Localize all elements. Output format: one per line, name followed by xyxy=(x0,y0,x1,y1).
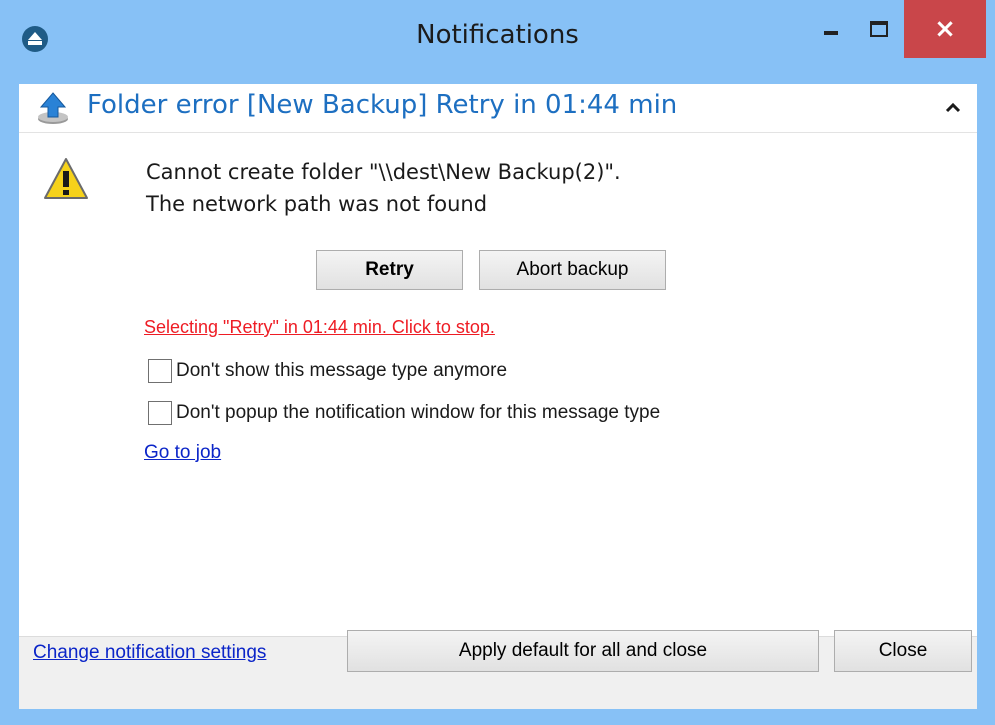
upload-arrow-icon xyxy=(38,92,68,124)
notification-title: Folder error [New Backup] Retry in 01:44… xyxy=(87,90,678,120)
dont-popup-checkbox[interactable] xyxy=(148,401,172,425)
dont-popup-label[interactable]: Don't popup the notification window for … xyxy=(176,402,660,424)
notifications-window: Notifications × Folder error [New Backup… xyxy=(0,0,995,725)
close-button[interactable]: Close xyxy=(834,630,972,672)
collapse-button[interactable] xyxy=(939,94,967,122)
dont-show-checkbox[interactable] xyxy=(148,359,172,383)
maximize-icon xyxy=(870,21,888,37)
error-message-line-1: Cannot create folder "\\dest\New Backup(… xyxy=(146,160,621,184)
maximize-button[interactable] xyxy=(856,0,902,58)
chevron-up-icon xyxy=(945,102,961,113)
error-message-line-2: The network path was not found xyxy=(146,192,488,216)
error-message: Cannot create folder "\\dest\New Backup(… xyxy=(146,156,621,220)
warning-triangle-icon xyxy=(44,158,88,199)
title-bar[interactable]: Notifications × xyxy=(0,0,995,84)
dont-show-checkbox-row[interactable]: Don't show this message type anymore xyxy=(148,359,507,383)
go-to-job-link[interactable]: Go to job xyxy=(144,442,221,464)
header-divider xyxy=(19,132,977,133)
minimize-icon xyxy=(824,31,838,35)
abort-backup-button[interactable]: Abort backup xyxy=(479,250,666,290)
retry-button[interactable]: Retry xyxy=(316,250,463,290)
auto-retry-countdown-link[interactable]: Selecting "Retry" in 01:44 min. Click to… xyxy=(144,317,495,338)
dont-popup-checkbox-row[interactable]: Don't popup the notification window for … xyxy=(148,401,660,425)
dont-show-label[interactable]: Don't show this message type anymore xyxy=(176,360,507,382)
notification-header[interactable]: Folder error [New Backup] Retry in 01:44… xyxy=(19,84,977,132)
change-notification-settings-link[interactable]: Change notification settings xyxy=(33,642,266,664)
minimize-button[interactable] xyxy=(808,0,854,58)
close-window-button[interactable]: × xyxy=(904,0,986,58)
apply-default-button[interactable]: Apply default for all and close xyxy=(347,630,819,672)
notification-panel: Folder error [New Backup] Retry in 01:44… xyxy=(19,84,977,709)
